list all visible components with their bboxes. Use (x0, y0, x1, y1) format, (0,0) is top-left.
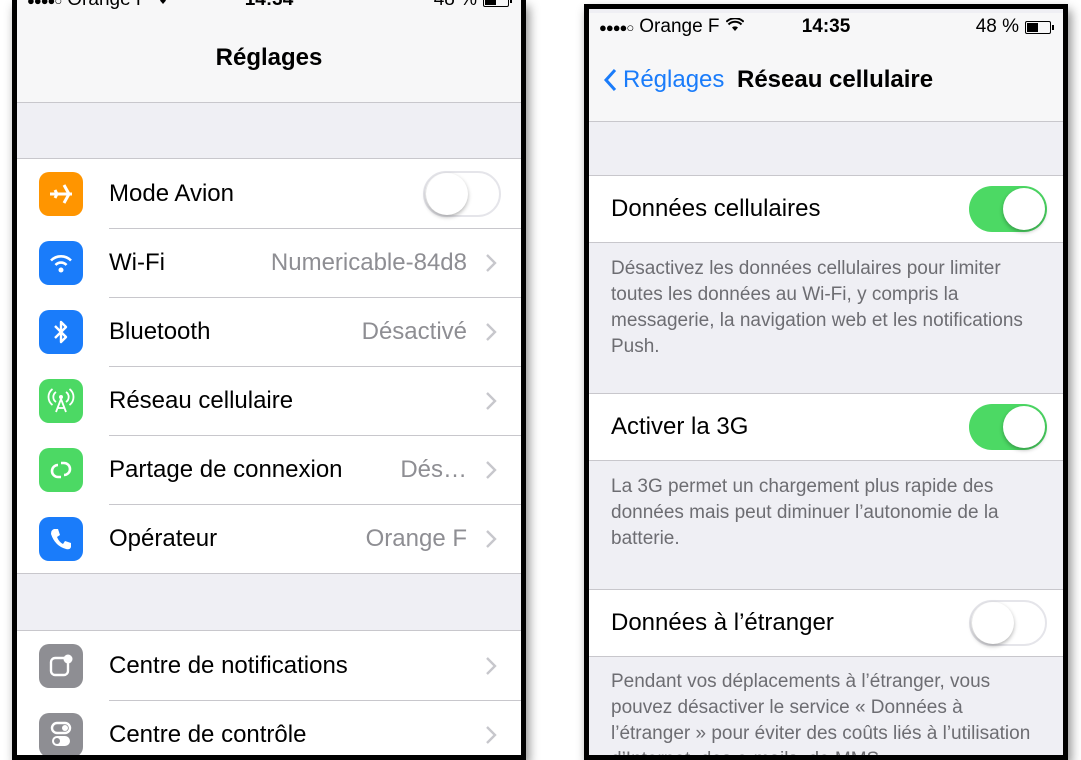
row-label: Mode Avion (109, 179, 234, 207)
row-cellular-data: Données cellulaires (589, 175, 1063, 243)
row-label: Centre de contrôle (109, 720, 307, 748)
signal-strength-icon: ●●●●○ (599, 19, 634, 35)
row-label: Réseau cellulaire (109, 386, 294, 414)
settings-screen: ●●●●○ Orange F 14:34 48 % Réglages Mode … (12, 0, 526, 760)
chevron-right-icon (486, 253, 497, 272)
operator-value: Orange F (365, 524, 467, 552)
row-label: Opérateur (109, 524, 218, 552)
cellular-antenna-icon (39, 378, 83, 423)
row-bluetooth[interactable]: Bluetooth Désactivé (17, 297, 521, 366)
row-wifi[interactable]: Wi-Fi Numericable-84d8 (17, 228, 521, 297)
row-label: Données cellulaires (611, 195, 821, 222)
row-label: Activer la 3G (611, 413, 749, 440)
carrier-label: Orange F (639, 16, 720, 37)
row-label: Partage de connexion (109, 455, 343, 483)
enable-3g-footnote: La 3G permet un chargement plus rapide d… (611, 476, 999, 549)
chevron-right-icon (486, 725, 497, 744)
row-label: Données à l’étranger (611, 609, 834, 636)
chevron-left-icon (603, 68, 617, 92)
wifi-network-value: Numericable-84d8 (270, 248, 467, 276)
wifi-icon (39, 240, 83, 285)
row-control-center[interactable]: Centre de contrôle (17, 700, 521, 755)
row-notifications[interactable]: Centre de notifications (17, 631, 521, 700)
chevron-right-icon (486, 391, 497, 410)
chevron-right-icon (486, 656, 497, 675)
back-button-label: Réglages (623, 66, 725, 93)
data-roaming-toggle[interactable] (969, 600, 1047, 646)
hotspot-value: Dés… (400, 455, 467, 483)
row-data-roaming: Données à l’étranger (589, 589, 1063, 657)
row-label: Wi-Fi (109, 248, 165, 276)
row-enable-3g: Activer la 3G (589, 393, 1063, 461)
settings-group-system: Centre de notifications Centre de contrô… (17, 630, 521, 755)
row-airplane-mode: Mode Avion (17, 159, 521, 228)
control-center-icon (39, 712, 83, 755)
cellular-data-footnote: Désactivez les données cellulaires pour … (611, 258, 1023, 357)
signal-strength-icon: ●●●●○ (27, 0, 62, 8)
row-cellular[interactable]: Réseau cellulaire (17, 366, 521, 435)
bluetooth-icon (39, 309, 83, 354)
chevron-right-icon (486, 529, 497, 548)
clock: 14:35 (801, 16, 851, 37)
clock: 14:34 (245, 0, 294, 11)
settings-group-connectivity: Mode Avion Wi-Fi Numericable-84d8 Blueto… (17, 158, 521, 574)
nav-bar: Réglages (17, 14, 521, 103)
enable-3g-toggle[interactable] (969, 404, 1047, 450)
wifi-status-icon (725, 16, 744, 38)
phone-icon (39, 516, 83, 561)
notifications-icon (39, 643, 83, 688)
battery-percent: 48 % (975, 16, 1019, 37)
bluetooth-value: Désactivé (361, 317, 467, 345)
status-bar: ●●●●○ Orange F 14:35 48 % (589, 13, 1063, 41)
chevron-right-icon (486, 460, 497, 479)
page-title: Réglages (215, 44, 323, 71)
row-operator[interactable]: Opérateur Orange F (17, 504, 521, 573)
hotspot-link-icon (39, 447, 83, 492)
cellular-network-screen: ●●●●○ Orange F 14:35 48 % Réglages Résea… (584, 4, 1068, 760)
battery-percent: 48 % (434, 0, 477, 11)
row-label: Centre de notifications (109, 651, 348, 679)
chevron-right-icon (486, 322, 497, 341)
airplane-mode-toggle[interactable] (423, 170, 501, 217)
airplane-icon (39, 171, 83, 216)
battery-icon (1025, 20, 1054, 34)
wifi-status-icon (154, 0, 172, 11)
battery-icon (483, 0, 512, 7)
data-roaming-footnote: Pendant vos déplacements à l’étranger, v… (611, 671, 1031, 760)
nav-bar: Réglages Réseau cellulaire (589, 39, 1063, 122)
page-title: Réseau cellulaire (737, 66, 934, 93)
carrier-label: Orange F (67, 0, 147, 11)
cellular-data-toggle[interactable] (969, 186, 1047, 232)
row-hotspot[interactable]: Partage de connexion Dés… (17, 435, 521, 504)
row-label: Bluetooth (109, 317, 211, 345)
status-bar: ●●●●○ Orange F 14:34 48 % (17, 0, 521, 14)
back-button[interactable]: Réglages (603, 66, 724, 94)
